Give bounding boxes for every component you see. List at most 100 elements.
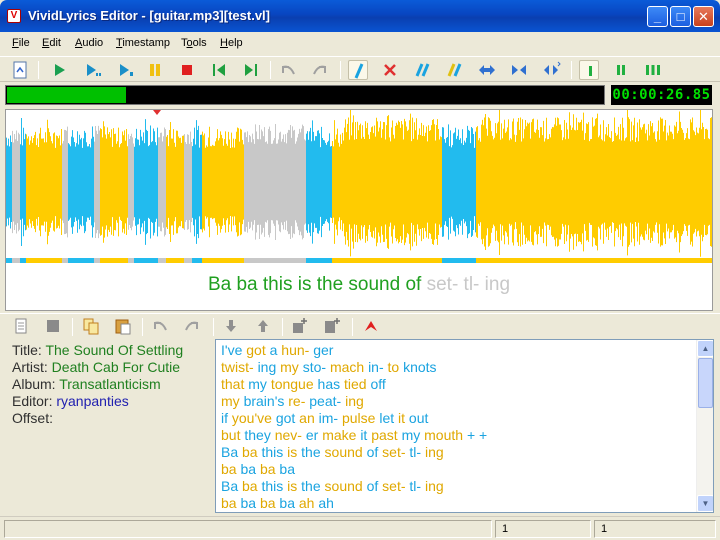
lyrics-line[interactable]: twist- ing my sto- mach in- to knots xyxy=(221,359,487,376)
lyric-syllable[interactable]: brain's xyxy=(244,393,289,409)
zoom-3-button[interactable] xyxy=(643,60,663,80)
play-from-button[interactable] xyxy=(83,60,103,80)
maximize-button[interactable]: □ xyxy=(670,6,691,27)
lyric-syllable[interactable]: Ba xyxy=(221,444,242,460)
lyric-syllable[interactable]: it xyxy=(360,427,371,443)
lyric-syllable[interactable]: knots xyxy=(403,359,436,375)
lyric-syllable[interactable]: they xyxy=(244,427,274,443)
lyric-syllable[interactable]: has xyxy=(318,376,344,392)
lyrics-line[interactable]: if you've got an im- pulse let it out xyxy=(221,410,487,427)
lyric-syllable[interactable]: ba xyxy=(279,461,295,477)
lyric-syllable[interactable]: nev- xyxy=(275,427,306,443)
close-button[interactable]: ✕ xyxy=(693,6,714,27)
stop-square-button[interactable] xyxy=(43,316,63,336)
menu-file[interactable]: File xyxy=(12,37,30,49)
lyric-syllable[interactable]: you've xyxy=(232,410,276,426)
lyric-syllable[interactable]: tongue xyxy=(271,376,318,392)
lyric-syllable[interactable]: out xyxy=(409,410,428,426)
lyric-syllable[interactable]: the xyxy=(301,444,324,460)
zoom-1-button[interactable] xyxy=(579,60,599,80)
lyric-syllable[interactable]: ba xyxy=(279,495,298,511)
lyric-syllable[interactable]: ing xyxy=(258,359,281,375)
redo-button[interactable] xyxy=(182,316,202,336)
lyric-syllable[interactable]: ba xyxy=(240,495,259,511)
lyric-syllable[interactable]: ah xyxy=(299,495,318,511)
lyric-syllable[interactable]: sound xyxy=(325,444,367,460)
stop-button[interactable] xyxy=(177,60,197,80)
move-down-button[interactable] xyxy=(221,316,241,336)
next-mark-button[interactable] xyxy=(241,60,261,80)
menu-audio[interactable]: Audio xyxy=(75,37,103,49)
undo-button[interactable] xyxy=(278,60,298,80)
lyrics-line[interactable]: ba ba ba ba xyxy=(221,461,487,478)
lyric-syllable[interactable]: got xyxy=(276,410,299,426)
scroll-thumb[interactable] xyxy=(698,358,713,408)
lyric-syllable[interactable]: + xyxy=(467,427,479,443)
vertical-scrollbar[interactable]: ▲ ▼ xyxy=(696,340,713,512)
lyric-syllable[interactable]: my xyxy=(221,393,244,409)
lyric-syllable[interactable]: ba xyxy=(242,444,261,460)
lyric-syllable[interactable]: the xyxy=(301,478,324,494)
lyric-syllable[interactable]: sound xyxy=(325,478,367,494)
lyric-syllable[interactable]: set- xyxy=(382,444,409,460)
timestamp-multi-alt-button[interactable] xyxy=(445,60,465,80)
lyric-syllable[interactable]: a xyxy=(270,342,282,358)
lyric-syllable[interactable]: my xyxy=(402,427,425,443)
menu-timestamp[interactable]: Timestamp xyxy=(116,37,170,49)
lyrics-line[interactable]: I've got a hun- ger xyxy=(221,342,487,359)
lyric-syllable[interactable]: it xyxy=(398,410,409,426)
lyric-syllable[interactable]: off xyxy=(370,376,385,392)
lyric-syllable[interactable]: ing xyxy=(345,393,364,409)
lyric-syllable[interactable]: set- xyxy=(382,478,409,494)
lyric-syllable[interactable]: let xyxy=(379,410,398,426)
timestamp-pen-button[interactable] xyxy=(348,60,368,80)
menu-edit[interactable]: Edit xyxy=(42,37,61,49)
lyric-syllable[interactable]: make xyxy=(322,427,360,443)
lyric-syllable[interactable]: im- xyxy=(319,410,342,426)
lyric-syllable[interactable]: this xyxy=(261,444,287,460)
lyric-syllable[interactable]: is xyxy=(287,444,301,460)
lyric-syllable[interactable]: + xyxy=(479,427,487,443)
lyrics-line[interactable]: but they nev- er make it past my mouth +… xyxy=(221,427,487,444)
lyric-syllable[interactable]: ba xyxy=(240,461,259,477)
lyric-syllable[interactable]: Ba xyxy=(221,478,242,494)
lyrics-editor[interactable]: I've got a hun- ger twist- ing my sto- ma… xyxy=(215,339,714,513)
menu-help[interactable]: Help xyxy=(220,37,243,49)
lyric-syllable[interactable]: tl- xyxy=(409,478,425,494)
copy-button[interactable] xyxy=(81,316,101,336)
play-button[interactable] xyxy=(49,60,69,80)
lyrics-line[interactable]: that my tongue has tied off xyxy=(221,376,487,393)
move-up-button[interactable] xyxy=(253,316,273,336)
lyric-syllable[interactable]: ing xyxy=(425,444,444,460)
zoom-2-button[interactable] xyxy=(611,60,631,80)
lyric-syllable[interactable]: ba xyxy=(221,495,240,511)
scroll-up-icon[interactable]: ▲ xyxy=(697,340,713,357)
lyric-syllable[interactable]: mach xyxy=(330,359,368,375)
lyric-syllable[interactable]: pulse xyxy=(342,410,379,426)
menu-tools[interactable]: Tools xyxy=(181,37,207,49)
lyric-syllable[interactable]: got xyxy=(246,342,269,358)
title-bar[interactable]: V VividLyrics Editor - [guitar.mp3][test… xyxy=(0,0,720,32)
document-button[interactable] xyxy=(11,316,31,336)
lyric-syllable[interactable]: sto- xyxy=(303,359,330,375)
lyric-syllable[interactable]: mouth xyxy=(424,427,467,443)
delete-timestamp-button[interactable] xyxy=(380,60,400,80)
redo-button[interactable] xyxy=(310,60,330,80)
pause-button[interactable] xyxy=(145,60,165,80)
lyrics-line[interactable]: Ba ba this is the sound of set- tl- ing xyxy=(221,444,487,461)
paste-button[interactable] xyxy=(113,316,133,336)
lyric-syllable[interactable]: peat- xyxy=(309,393,345,409)
lyric-syllable[interactable]: of xyxy=(367,444,383,460)
lyric-syllable[interactable]: ger xyxy=(313,342,333,358)
lyric-syllable[interactable]: but xyxy=(221,427,244,443)
lyrics-line[interactable]: Ba ba this is the sound of set- tl- ing xyxy=(221,478,487,495)
new-file-button[interactable] xyxy=(10,60,30,80)
lyric-syllable[interactable]: ah xyxy=(318,495,334,511)
lyric-syllable[interactable]: tl- xyxy=(409,444,425,460)
lyric-syllable[interactable]: re- xyxy=(288,393,309,409)
lyric-syllable[interactable]: this xyxy=(261,478,287,494)
lyric-syllable[interactable]: ba xyxy=(221,461,240,477)
progress-track[interactable] xyxy=(5,85,605,105)
waveform-panel[interactable]: Ba ba this is the sound of set- tl- ing xyxy=(5,109,713,311)
prev-mark-button[interactable] xyxy=(209,60,229,80)
